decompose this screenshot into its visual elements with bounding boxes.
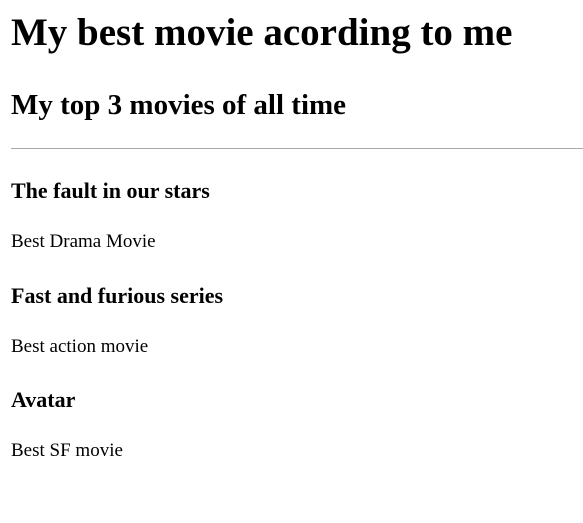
page-title: My best movie acording to me bbox=[11, 11, 513, 54]
movie-description-1: Best Drama Movie bbox=[11, 231, 156, 252]
movie-description-2: Best action movie bbox=[11, 336, 149, 357]
movie-title-1: The fault in our stars bbox=[11, 178, 210, 203]
page: My best movie acording to me My top 3 mo… bbox=[0, 0, 583, 523]
page-subtitle: My top 3 movies of all time bbox=[11, 89, 347, 121]
movie-description-3: Best SF movie bbox=[11, 440, 123, 461]
divider bbox=[11, 148, 583, 149]
movie-title-2: Fast and furious series bbox=[11, 283, 224, 308]
movie-title-3: Avatar bbox=[11, 387, 76, 412]
